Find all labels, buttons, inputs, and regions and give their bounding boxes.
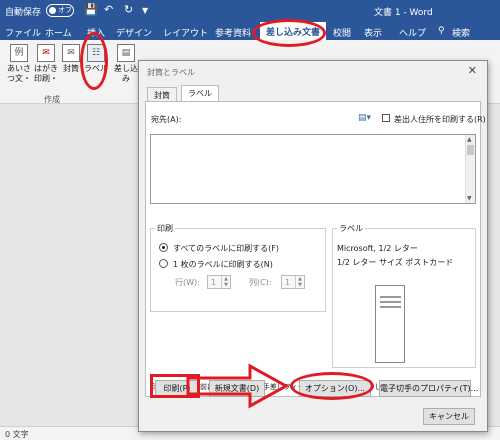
row-spinner-arrows-icon[interactable]: ▲ ▼: [221, 276, 230, 288]
annotation-arrow-icon: [186, 363, 290, 409]
col-value: 1: [285, 278, 291, 287]
address-book-icon[interactable]: ▤▾: [358, 113, 371, 123]
label-group-title: ラベル: [337, 223, 365, 234]
scroll-up-icon[interactable]: ▲: [467, 136, 472, 143]
tab-search[interactable]: 検索: [452, 26, 470, 39]
row-label: 行(W):: [175, 278, 200, 287]
tab-references[interactable]: 参考資料: [215, 26, 251, 39]
print-single-label: 1 枚のラベルに印刷する(N): [173, 260, 273, 269]
tab-design[interactable]: デザイン: [116, 26, 152, 39]
label-product: 1/2 レター サイズ ポストカード: [337, 258, 454, 267]
title-bar: 自動保存 オフ 💾 ↶ ↻ ▼ 文書 1 - Word: [0, 0, 500, 22]
annotation-labels-circle: [80, 32, 108, 90]
print-single-radio[interactable]: [159, 259, 168, 268]
envelope-label: 封筒: [63, 64, 79, 73]
mail-merge-icon: ▤: [117, 44, 135, 62]
close-icon[interactable]: ✕: [468, 64, 477, 77]
print-all-label: すべてのラベルに印刷する(F): [173, 244, 279, 253]
greeting-label: あいさつ文・: [7, 64, 31, 83]
save-icon[interactable]: 💾: [84, 3, 98, 16]
annotation-mailings-circle: [252, 19, 326, 47]
col-spinner[interactable]: 1 ▲ ▼: [281, 275, 305, 289]
mail-merge-label: 差し込み: [114, 64, 138, 83]
print-all-radio[interactable]: [159, 243, 168, 252]
postcard-print-button[interactable]: ✉ はがき印刷・: [32, 44, 60, 84]
label-vendor: Microsoft, 1/2 レター: [337, 244, 418, 253]
tab-file[interactable]: ファイル: [5, 26, 41, 39]
scroll-thumb[interactable]: [467, 145, 474, 155]
ribbon-tab-row: ファイル ホーム 挿入 デザイン レイアウト 参考資料 差し込み文書 校閲 表示…: [0, 22, 500, 40]
mail-merge-button[interactable]: ▤ 差し込み: [114, 44, 138, 84]
row-spinner[interactable]: 1 ▲ ▼: [207, 275, 231, 289]
row-value: 1: [211, 278, 217, 287]
greeting-button[interactable]: 例 あいさつ文・: [4, 44, 34, 84]
print-group-title: 印刷: [155, 223, 175, 234]
ribbon-group-create: 作成: [44, 95, 60, 104]
print-return-address-checkbox[interactable]: [382, 114, 390, 122]
print-return-address-label: 差出人住所を印刷する(R): [394, 115, 486, 124]
label-group[interactable]: ラベル Microsoft, 1/2 レター 1/2 レター サイズ ポストカー…: [332, 223, 476, 368]
autosave-label: 自動保存: [5, 8, 42, 18]
address-scrollbar[interactable]: ▲ ▼: [465, 135, 475, 203]
redo-icon[interactable]: ↻: [124, 3, 133, 16]
autosave-toggle[interactable]: オフ: [46, 4, 74, 17]
postcard-icon: ✉: [37, 44, 55, 62]
label-preview-line: [380, 296, 401, 298]
col-label: 列(C):: [249, 278, 272, 287]
scroll-down-icon[interactable]: ▼: [467, 195, 472, 202]
quick-access-menu-icon[interactable]: ▼: [142, 6, 148, 15]
label-preview[interactable]: [375, 285, 405, 363]
labels-panel: 宛先(A): ▤▾ 差出人住所を印刷する(R) ▲ ▼ 印刷 すべてのラベルに印…: [145, 101, 486, 397]
print-group: 印刷 すべてのラベルに印刷する(F) 1 枚のラベルに印刷する(N) 行(W):…: [150, 223, 326, 312]
tab-envelopes[interactable]: 封筒: [147, 87, 177, 101]
postcard-label: はがき印刷・: [34, 64, 58, 83]
envelope-button[interactable]: ✉ 封筒: [60, 44, 82, 74]
tab-help[interactable]: ヘルプ: [399, 26, 426, 39]
tab-layout[interactable]: レイアウト: [163, 26, 208, 39]
annotation-arrow-shape: [186, 363, 290, 409]
tab-view[interactable]: 表示: [364, 26, 382, 39]
address-label: 宛先(A):: [151, 115, 182, 124]
tab-labels[interactable]: ラベル: [181, 85, 219, 102]
envelope-icon: ✉: [62, 44, 80, 62]
address-textarea[interactable]: ▲ ▼: [150, 134, 476, 204]
cancel-button[interactable]: キャンセル: [423, 408, 475, 425]
dialog-title: 封筒とラベル: [147, 68, 195, 77]
greeting-icon: 例: [10, 44, 28, 62]
epostage-properties-button[interactable]: 電子切手のプロパティ(T)...: [379, 380, 478, 397]
col-spinner-arrows-icon[interactable]: ▲ ▼: [295, 276, 304, 288]
label-preview-line: [380, 301, 401, 303]
label-preview-line: [380, 306, 401, 308]
undo-icon[interactable]: ↶: [104, 3, 113, 16]
annotation-options-circle: [290, 372, 374, 400]
tab-review[interactable]: 校閲: [333, 26, 351, 39]
tab-home[interactable]: ホーム: [45, 26, 72, 39]
search-icon[interactable]: ⚲: [438, 26, 445, 36]
word-count: 0 文字: [5, 430, 29, 439]
document-title: 文書 1 - Word: [374, 8, 433, 18]
